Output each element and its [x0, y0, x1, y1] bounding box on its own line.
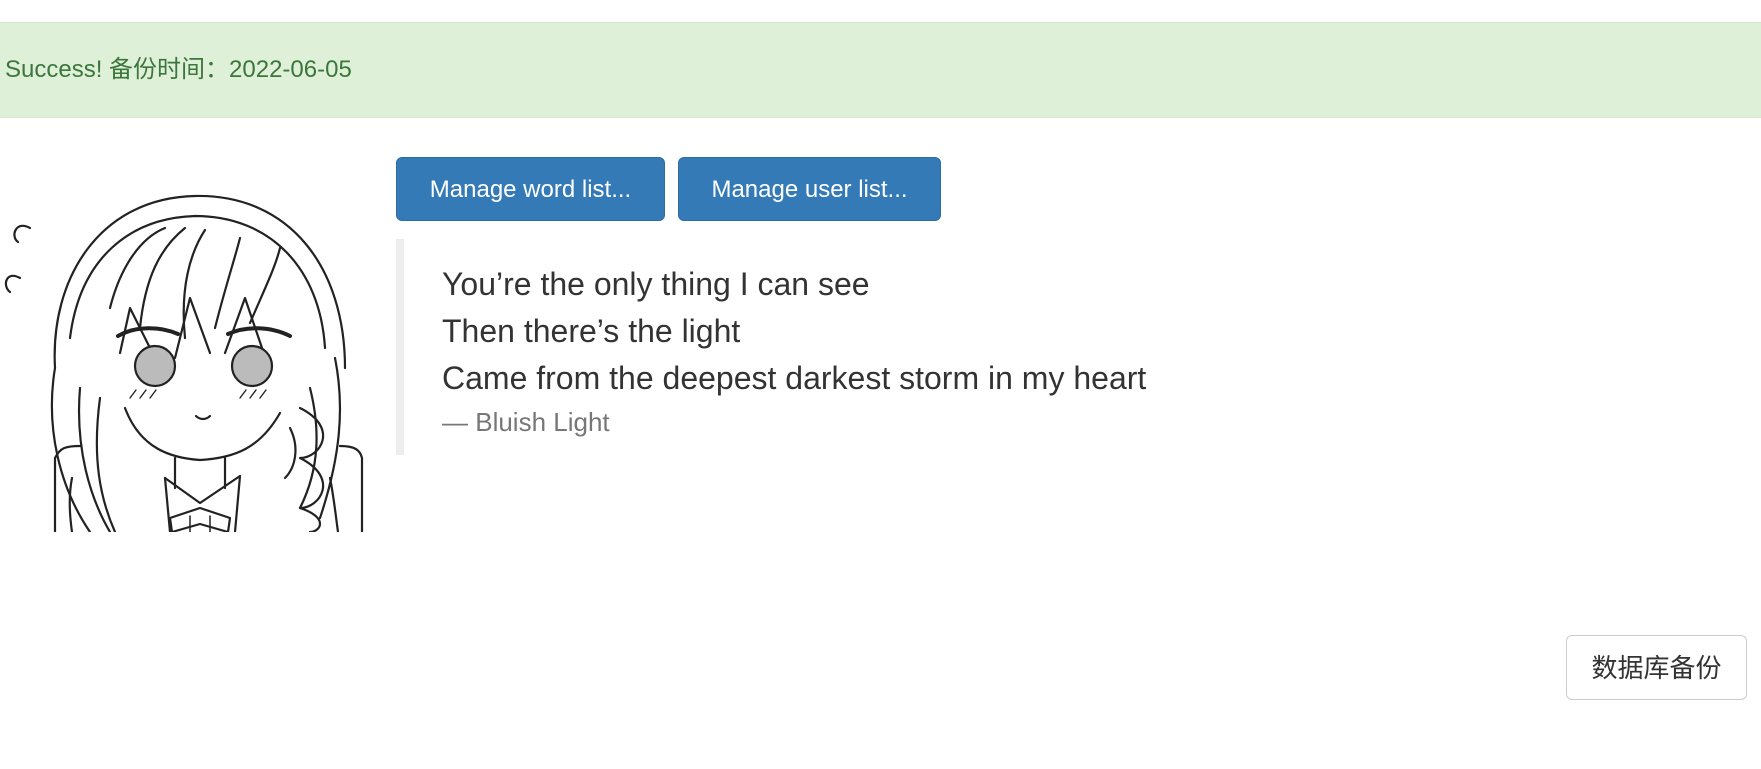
lyrics-quote: You’re the only thing I can see Then the… [396, 239, 1216, 455]
database-backup-button[interactable]: 数据库备份 [1566, 635, 1747, 700]
alert-message: 备份时间：2022-06-05 [109, 56, 352, 83]
manage-word-list-button[interactable]: Manage word list... [396, 157, 665, 221]
alert-prefix: Success! [5, 56, 103, 83]
quote-source: — Bluish Light [442, 407, 610, 437]
manage-user-list-button[interactable]: Manage user list... [678, 157, 941, 221]
anime-girl-avatar-icon [4, 194, 364, 532]
quote-line-3: Came from the deepest darkest storm in m… [442, 360, 1147, 396]
page: Success! 备份时间：2022-06-05 Manage word lis… [0, 0, 1761, 769]
quote-line-2: Then there’s the light [442, 313, 741, 349]
avatar [0, 158, 374, 532]
quote-line-1: You’re the only thing I can see [442, 266, 870, 302]
success-alert: Success! 备份时间：2022-06-05 [0, 22, 1761, 118]
